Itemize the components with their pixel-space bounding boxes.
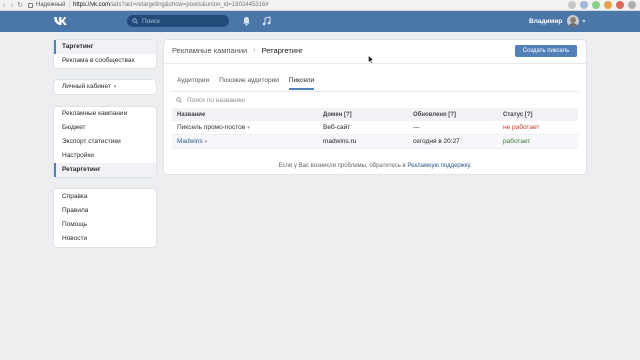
pixels-table: Название Домен [?] Обновлено [?] Статус … [172, 108, 578, 149]
chevron-right-icon: › [253, 47, 256, 54]
back-icon[interactable]: ‹ [0, 1, 8, 10]
secure-label: Надежный [36, 2, 66, 8]
mouse-cursor-icon [368, 55, 374, 64]
sidebar-item-settings[interactable]: Настройки [54, 149, 156, 163]
chevron-down-icon: ▾ [582, 18, 586, 25]
cabinet-selector[interactable]: Личный кабинет ▾ [54, 80, 156, 94]
tab-audiences[interactable]: Аудитории [177, 77, 209, 90]
site-header: Поиск Владимир ▾ [0, 11, 640, 32]
address-bar[interactable]: Надежный | https://vk.com /ads?act=retar… [28, 1, 269, 10]
support-end: . [469, 163, 472, 169]
create-pixel-button[interactable]: Создать пиксель [515, 45, 577, 57]
tab-pixels[interactable]: Пиксели [288, 77, 315, 90]
sidebar-section-ads: Таргетинг Реклама в сообществах [54, 40, 156, 68]
vk-logo-icon[interactable] [53, 15, 69, 27]
sidebar-section-menu: Рекламные кампании Бюджет Экспорт статис… [54, 107, 156, 177]
support-note: Если у Вас возникли проблемы, обратитесь… [164, 163, 586, 169]
sidebar-item-help[interactable]: Помощь [54, 218, 156, 232]
status-badge: не работает [503, 124, 540, 131]
chevron-down-icon[interactable]: ▾ [205, 139, 208, 145]
pixel-updated: сегодня в 20:27 [413, 138, 460, 145]
cabinet-label: Личный кабинет [62, 83, 111, 90]
breadcrumb: Рекламные кампании › Ретаргетинг [172, 46, 303, 55]
search-placeholder: Поиск [142, 17, 161, 25]
support-link[interactable]: Рекламную поддержку [407, 163, 469, 169]
pixel-domain: madwins.ru [323, 138, 357, 145]
url-host: https://vk.com [73, 2, 111, 8]
pixel-name[interactable]: Madwins [177, 138, 203, 145]
bell-icon[interactable] [242, 16, 251, 26]
sidebar-item-news[interactable]: Новости [54, 232, 156, 246]
chevron-down-icon[interactable]: ▾ [247, 125, 250, 131]
table-row[interactable]: Пиксель промо-постов ▾ Веб-сайт — не рабо… [172, 121, 578, 135]
extension-icon[interactable] [616, 1, 624, 9]
chevron-down-icon: ▾ [113, 84, 117, 90]
music-icon[interactable] [262, 16, 271, 26]
url-path: /ads?act=retargeting&show=pixels&union_i… [110, 2, 269, 8]
sidebar-section-help: Справка Правила Помощь Новости [54, 189, 156, 247]
pixel-name[interactable]: Пиксель промо-постов [177, 124, 245, 131]
user-name: Владимир [529, 17, 563, 25]
extension-icon[interactable] [604, 1, 612, 9]
column-updated[interactable]: Обновлено [?] [413, 112, 503, 118]
status-badge: работает [503, 138, 531, 145]
tab-lookalike[interactable]: Похожие аудитории [219, 77, 279, 90]
support-text: Если у Вас возникли проблемы, обратитесь… [278, 163, 406, 169]
pixel-search-placeholder: Поиск по названию [187, 96, 245, 104]
header-divider [164, 63, 586, 64]
browser-toolbar: ‹ › ↻ Надежный | https://vk.com /ads?act… [0, 0, 640, 11]
forward-icon[interactable]: › [8, 1, 16, 10]
menu-icon[interactable] [628, 1, 636, 9]
table-row[interactable]: Madwins ▾ madwins.ru сегодня в 20:27 рабо… [172, 135, 578, 149]
reload-icon[interactable]: ↻ [16, 1, 24, 10]
user-menu[interactable]: Владимир ▾ [529, 15, 585, 27]
search-icon [176, 97, 182, 103]
sidebar-item-retargeting[interactable]: Ретаргетинг [54, 163, 156, 177]
address-separator: | [68, 2, 70, 8]
sidebar-item-rules[interactable]: Правила [54, 204, 156, 218]
column-domain[interactable]: Домен [?] [323, 112, 413, 118]
table-header: Название Домен [?] Обновлено [?] Статус … [172, 108, 578, 121]
avatar [567, 15, 580, 27]
pixel-domain: Веб-сайт [323, 124, 351, 131]
column-name[interactable]: Название [172, 112, 323, 118]
pixel-search-input[interactable]: Поиск по названию [172, 92, 578, 108]
star-icon[interactable] [568, 1, 576, 9]
column-status[interactable]: Статус [?] [503, 112, 578, 118]
lock-icon [28, 2, 33, 8]
extension-icon[interactable] [592, 1, 600, 9]
sidebar-item-community-ads[interactable]: Реклама в сообществах [54, 54, 156, 68]
sidebar-item-campaigns[interactable]: Рекламные кампании [54, 107, 156, 121]
extension-icon[interactable] [580, 1, 588, 9]
extension-icons [568, 1, 636, 9]
sidebar-item-targeting[interactable]: Таргетинг [54, 40, 156, 54]
breadcrumb-campaigns[interactable]: Рекламные кампании [172, 46, 247, 55]
search-icon [132, 18, 138, 24]
sidebar-item-reference[interactable]: Справка [54, 190, 156, 204]
sidebar-item-export[interactable]: Экспорт статистики [54, 135, 156, 149]
sidebar-section-cabinet: Личный кабинет ▾ [54, 80, 156, 94]
pixel-updated: — [413, 124, 420, 131]
site-search-input[interactable]: Поиск [127, 15, 229, 27]
retargeting-panel: Рекламные кампании › Ретаргетинг Создать… [164, 40, 586, 174]
page-title: Ретаргетинг [261, 46, 303, 55]
sidebar-item-budget[interactable]: Бюджет [54, 121, 156, 135]
retargeting-tabs: Аудитории Похожие аудитории Пиксели [177, 77, 315, 90]
